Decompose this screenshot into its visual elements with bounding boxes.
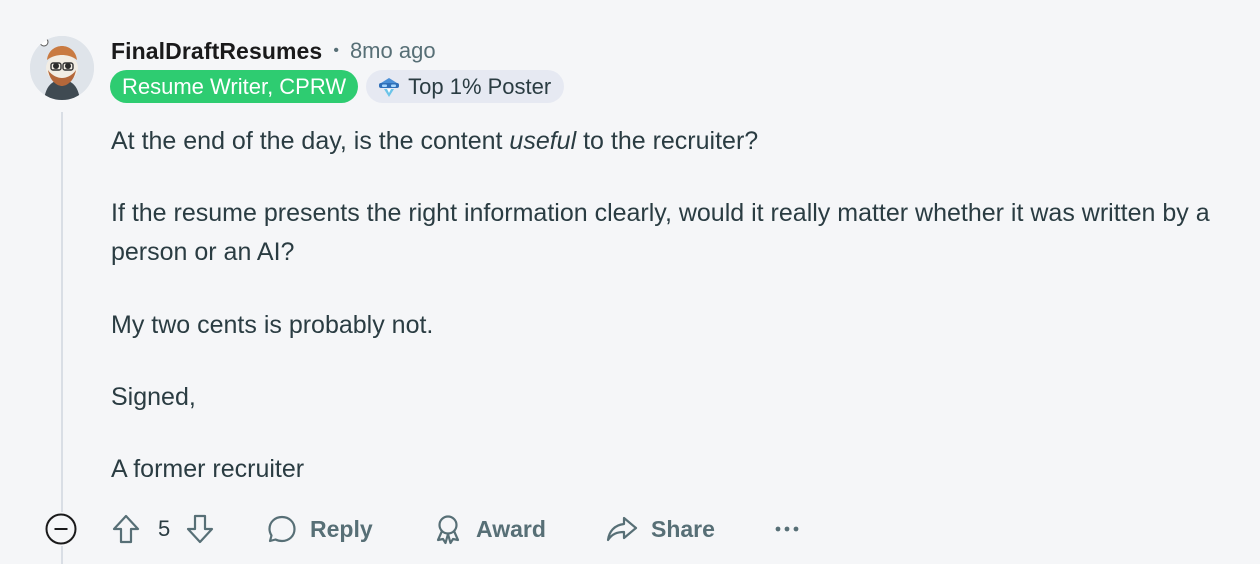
top-poster-label: Top 1% Poster [408,74,552,99]
comment-actions: 5 Reply Award Share [44,507,844,551]
user-flair: Resume Writer, CPRW [110,70,359,103]
award-label: Award [476,515,546,542]
downvote-icon[interactable] [184,512,216,546]
vote-count: 5 [158,516,171,541]
timestamp[interactable]: 8mo ago [350,38,436,64]
award-button[interactable]: Award [432,507,546,551]
reply-label: Reply [310,515,373,542]
share-arrow-icon [606,516,638,542]
user-flairs: Resume Writer, CPRW Top 1% Poster [110,70,565,103]
top-poster-icon [379,77,400,97]
award-icon [436,515,460,545]
meta-separator: • [333,42,339,59]
snoo-avatar-icon [30,36,94,100]
body-italic-text: useful [509,127,577,155]
top-poster-badge[interactable]: Top 1% Poster [366,70,565,103]
body-text: At the end of the day, is the content [111,127,510,155]
comment-meta: FinalDraftResumes • 8mo ago [111,36,436,66]
body-paragraph-5: A former recruiter [111,455,305,483]
body-text: to the recruiter? [576,127,759,155]
collapse-button[interactable] [44,507,78,551]
more-options-button[interactable] [774,507,800,551]
comment: FinalDraftResumes • 8mo ago Resume Write… [0,0,1260,564]
reply-bubble-icon [268,515,296,543]
share-button[interactable]: Share [605,507,715,551]
thread-line[interactable] [61,112,63,512]
body-paragraph-2: If the resume presents the right informa… [111,199,1210,266]
user-avatar[interactable] [30,36,94,100]
more-dots-icon [775,526,799,532]
vote-controls: 5 [110,507,216,551]
collapse-minus-icon [45,513,77,545]
reply-button[interactable]: Reply [266,507,373,551]
username[interactable]: FinalDraftResumes [111,38,322,65]
share-label: Share [651,515,715,542]
upvote-icon[interactable] [110,512,142,546]
body-paragraph-3: My two cents is probably not. [111,311,434,339]
body-paragraph-4: Signed, [111,383,196,411]
body-paragraph-1: At the end of the day, is the content us… [111,122,758,161]
